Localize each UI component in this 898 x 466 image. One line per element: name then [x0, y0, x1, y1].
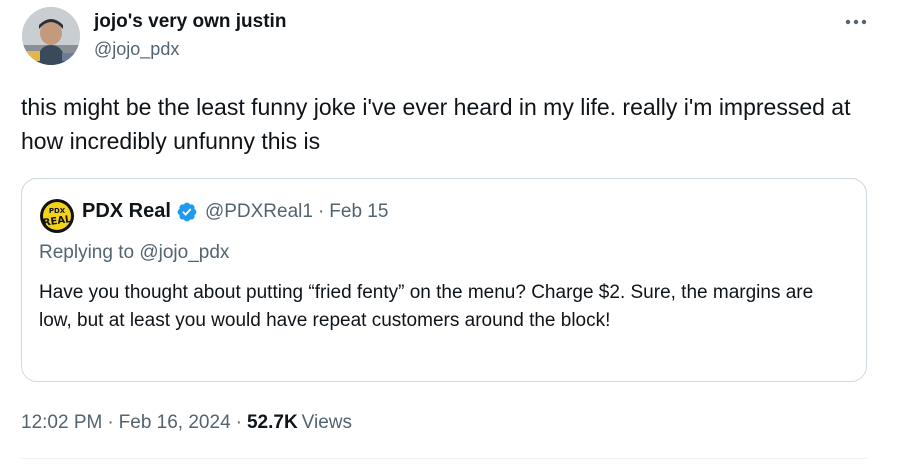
more-icon	[845, 19, 867, 25]
profile-photo-icon	[22, 7, 80, 65]
quoted-author-name[interactable]: PDX Real	[82, 200, 171, 223]
separator-dot: ·	[107, 412, 114, 433]
verified-badge-icon	[177, 202, 197, 221]
divider	[21, 458, 867, 459]
author-info: jojo's very own justin @jojo_pdx	[94, 10, 286, 61]
views-count: 52.7K	[246, 412, 298, 433]
author-handle[interactable]: @jojo_pdx	[94, 37, 286, 61]
more-options-button[interactable]	[842, 10, 870, 34]
replying-to-text: Replying to @jojo_pdx	[39, 242, 230, 263]
quoted-author-handle[interactable]: @PDXReal1	[205, 201, 313, 223]
quoted-tweet-header: PDX Real @PDXReal1 · Feb 15	[82, 200, 388, 223]
tweet-date[interactable]: Feb 16, 2024	[119, 412, 231, 434]
separator-dot: ·	[235, 412, 242, 433]
logo-text-top: PDX	[49, 207, 66, 215]
quoted-tweet[interactable]: PDX REAL PDX Real @PDXReal1 · Feb 15 Rep…	[21, 178, 867, 382]
author-display-name[interactable]: jojo's very own justin	[94, 10, 286, 34]
tweet-text: this might be the least funny joke i've …	[21, 94, 851, 154]
tweet-meta: 12:02 PM · Feb 16, 2024 · 52.7K Views	[21, 412, 352, 434]
quoted-tweet-date[interactable]: Feb 15	[329, 201, 388, 223]
pdx-real-logo-icon: PDX REAL	[40, 199, 74, 233]
separator-dot: ·	[317, 200, 325, 222]
quoted-tweet-text: Have you thought about putting “fried fe…	[39, 282, 814, 331]
tweet-time[interactable]: 12:02 PM	[21, 412, 102, 434]
author-avatar[interactable]	[22, 7, 80, 65]
views-label: Views	[301, 412, 353, 433]
